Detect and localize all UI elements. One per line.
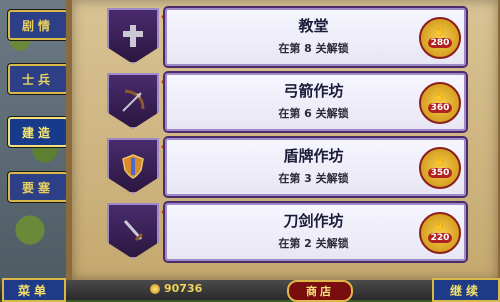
- menu-button-label: 菜单: [17, 283, 50, 298]
- hand-icon: ✋: [434, 92, 446, 102]
- bottom-bar: [0, 280, 500, 300]
- building-name: 盾牌作坊: [283, 147, 344, 165]
- cross-icon: [107, 8, 159, 64]
- sword-icon: [107, 203, 159, 259]
- hand-icon: ✋: [434, 222, 446, 232]
- gold-value: 90736: [164, 282, 203, 295]
- unlock-text: 在第 3 关解锁: [278, 172, 349, 185]
- tab-soldiers[interactable]: 士兵: [8, 64, 68, 94]
- menu-button[interactable]: 菜单: [2, 278, 66, 302]
- shop-button-label: 商店: [306, 285, 334, 298]
- buy-coin-button[interactable]: ✋ 280: [419, 17, 461, 59]
- building-row-church[interactable]: ❤500 教堂 在第 8 关解锁 ✋280: [107, 8, 466, 66]
- building-name: 刀剑作坊: [283, 212, 344, 230]
- tab-fortress-label: 要塞: [21, 180, 54, 195]
- coin-amount: 350: [427, 168, 453, 178]
- bow-arrow-icon: [107, 73, 159, 129]
- tab-soldiers-label: 士兵: [21, 72, 54, 87]
- unlock-text: 在第 6 关解锁: [278, 107, 349, 120]
- tab-build-label: 建造: [21, 125, 54, 140]
- gold-counter: 90736: [150, 282, 202, 295]
- unlock-text: 在第 2 关解锁: [278, 237, 349, 250]
- continue-button-label: 继续: [449, 283, 482, 298]
- buy-coin-button[interactable]: ✋ 220: [419, 212, 461, 254]
- tab-fortress[interactable]: 要塞: [8, 172, 68, 202]
- buy-coin-button[interactable]: ✋ 360: [419, 82, 461, 124]
- hand-icon: ✋: [434, 157, 446, 167]
- buy-coin-button[interactable]: ✋ 350: [419, 147, 461, 189]
- building-row-archery[interactable]: ❤400 弓箭作坊 在第 6 关解锁 ✋360: [107, 73, 466, 131]
- building-row-sword[interactable]: ❤400 刀剑作坊 在第 2 关解锁 ✋220: [107, 203, 466, 261]
- coin-amount: 360: [427, 103, 453, 113]
- building-name: 教堂: [298, 17, 329, 35]
- tab-build[interactable]: 建造: [8, 117, 68, 147]
- hand-icon: ✋: [434, 27, 446, 37]
- unlock-text: 在第 8 关解锁: [278, 42, 349, 55]
- tab-story-label: 剧情: [21, 18, 54, 33]
- coin-icon: [150, 283, 160, 294]
- building-name: 弓箭作坊: [283, 82, 344, 100]
- shop-button[interactable]: 商店: [287, 280, 353, 302]
- tab-story[interactable]: 剧情: [8, 10, 68, 40]
- shield-icon: [107, 138, 159, 194]
- continue-button[interactable]: 继续: [432, 278, 500, 302]
- coin-amount: 280: [427, 38, 453, 48]
- coin-amount: 220: [427, 233, 453, 243]
- building-row-shield[interactable]: ❤400 盾牌作坊 在第 3 关解锁 ✋350: [107, 138, 466, 196]
